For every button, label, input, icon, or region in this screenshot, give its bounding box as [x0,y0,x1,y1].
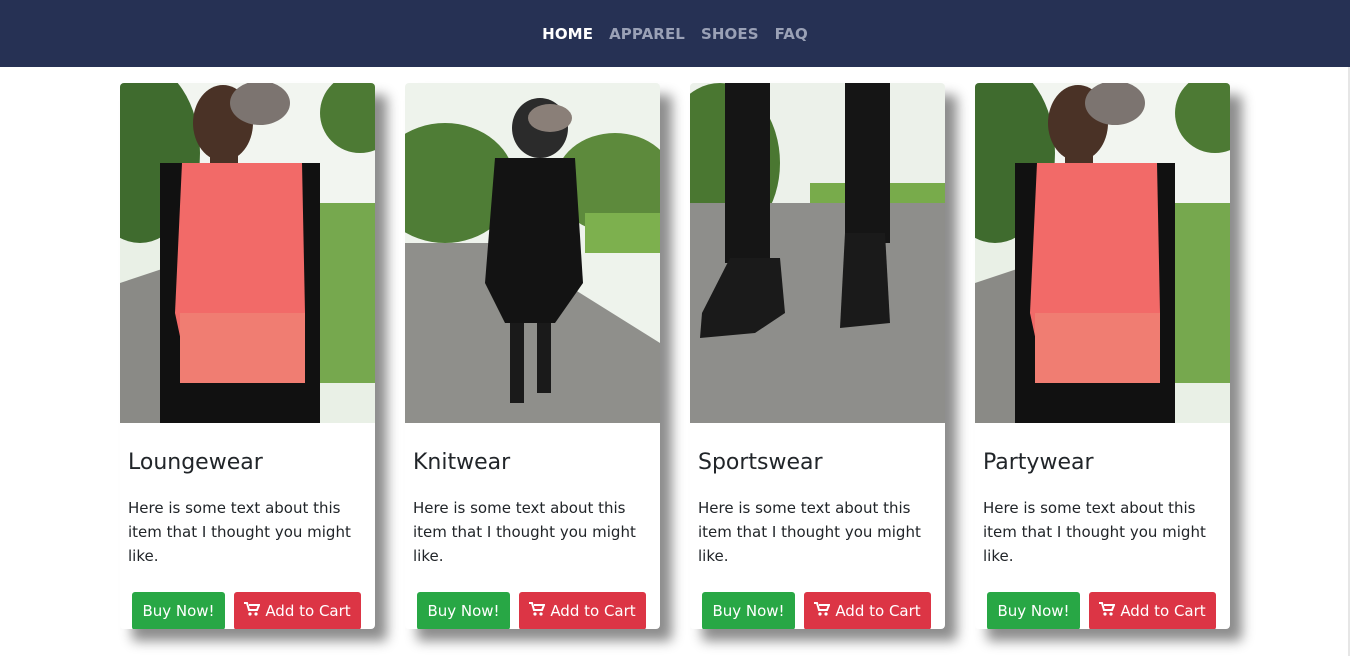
add-to-cart-button[interactable]: Add to Cart [804,592,931,629]
nav-apparel-link[interactable]: APPAREL [609,25,685,43]
nav-faq-link[interactable]: FAQ [775,25,808,43]
product-card-partywear: Partywear Here is some text about this i… [975,83,1230,629]
product-image-knitwear[interactable] [405,83,660,423]
product-title: Sportswear [698,450,823,475]
nav-home-link[interactable]: HOME [542,25,593,43]
buy-now-button[interactable]: Buy Now! [417,592,510,629]
buy-now-button[interactable]: Buy Now! [702,592,795,629]
add-to-cart-button[interactable]: Add to Cart [1089,592,1216,629]
product-description: Here is some text about this item that I… [413,499,636,565]
buy-now-button[interactable]: Buy Now! [132,592,225,629]
product-title: Knitwear [413,450,511,475]
product-image-loungewear[interactable] [120,83,375,423]
shopping-cart-icon [814,602,831,620]
product-image-partywear[interactable] [975,83,1230,423]
shopping-cart-icon [529,602,546,620]
product-card-loungewear: Loungewear Here is some text about this … [120,83,375,629]
add-to-cart-button[interactable]: Add to Cart [519,592,646,629]
shopping-cart-icon [1099,602,1116,620]
product-card-grid: Loungewear Here is some text about this … [120,83,1230,629]
product-description: Here is some text about this item that I… [128,499,351,565]
nav-shoes-link[interactable]: SHOES [701,25,759,43]
product-title: Loungewear [128,450,263,475]
product-title: Partywear [983,450,1094,475]
buy-now-button[interactable]: Buy Now! [987,592,1080,629]
product-description: Here is some text about this item that I… [698,499,921,565]
product-description: Here is some text about this item that I… [983,499,1206,565]
product-image-sportswear[interactable] [690,83,945,423]
product-card-sportswear: Sportswear Here is some text about this … [690,83,945,629]
product-card-knitwear: Knitwear Here is some text about this it… [405,83,660,629]
top-navbar: HOME APPAREL SHOES FAQ [0,0,1350,67]
shopping-cart-icon [244,602,261,620]
add-to-cart-button[interactable]: Add to Cart [234,592,361,629]
